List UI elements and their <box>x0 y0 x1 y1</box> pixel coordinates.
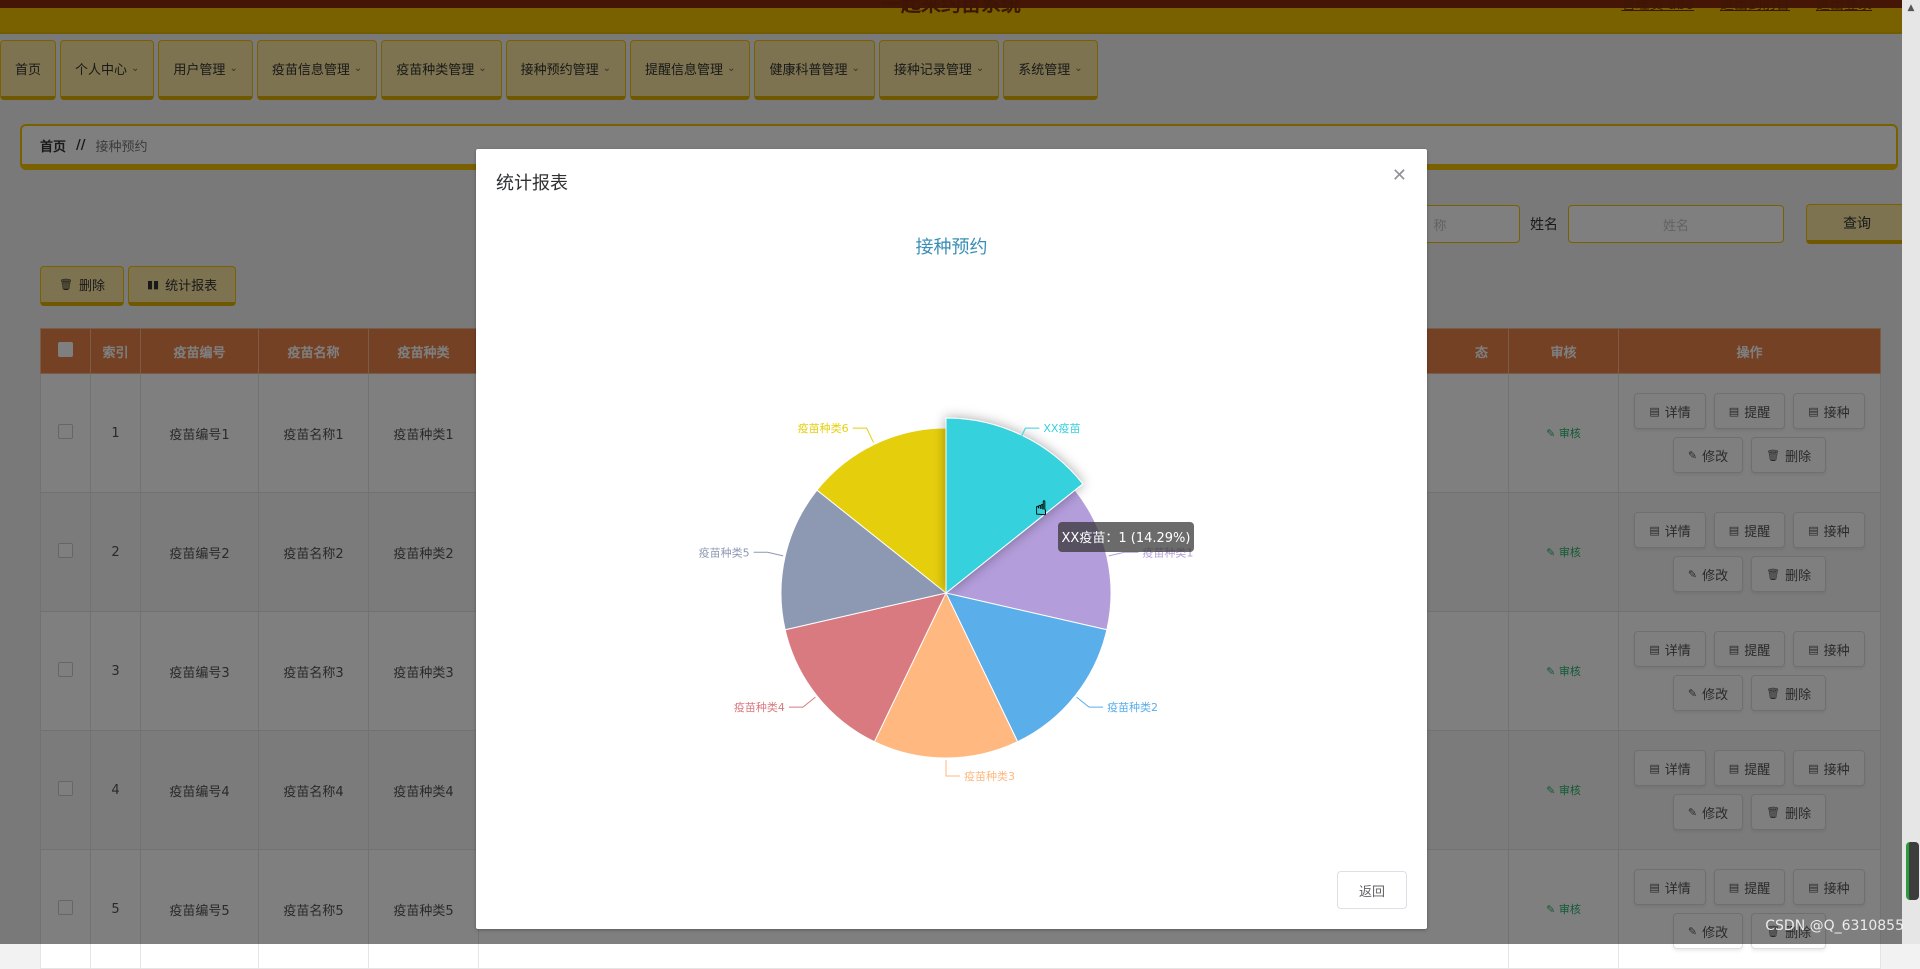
label-leader-line <box>753 551 784 557</box>
pie-chart: XX疫苗疫苗种类1疫苗种类2疫苗种类3疫苗种类4疫苗种类5疫苗种类6XX疫苗：1… <box>699 417 1194 783</box>
slice-label: 疫苗种类5 <box>699 545 750 559</box>
statistics-dialog: 统计报表 ✕ 接种预约 XX疫苗 疫苗种类1 疫苗种类2 疫苗种类3 疫苗种类4 疫苗种类… <box>476 149 1427 929</box>
label-leader-line <box>852 427 874 443</box>
slice-label: 疫苗种类3 <box>964 769 1015 783</box>
page-scrollbar[interactable]: ▲ <box>1902 0 1920 944</box>
chart-tooltip: XX疫苗：1 (14.29%) <box>1058 522 1194 552</box>
scroll-up-icon[interactable]: ▲ <box>1902 0 1920 16</box>
slice-label: XX疫苗 <box>1043 421 1080 435</box>
slice-label: 疫苗种类2 <box>1107 700 1158 714</box>
hand-cursor-icon: ☝ <box>1035 496 1047 520</box>
label-leader-line <box>788 696 816 708</box>
scrollbar-thumb[interactable] <box>1906 842 1919 900</box>
watermark: CSDN @Q_6310855 <box>1765 918 1904 934</box>
tooltip-text: XX疫苗：1 (14.29%) <box>1062 530 1191 546</box>
label-leader-line <box>945 760 960 777</box>
slice-label: 疫苗种类6 <box>798 421 849 435</box>
label-leader-line <box>1076 696 1104 708</box>
slice-label: 疫苗种类4 <box>734 700 785 714</box>
return-button[interactable]: 返回 <box>1337 871 1407 909</box>
label-leader-line <box>1108 551 1139 557</box>
